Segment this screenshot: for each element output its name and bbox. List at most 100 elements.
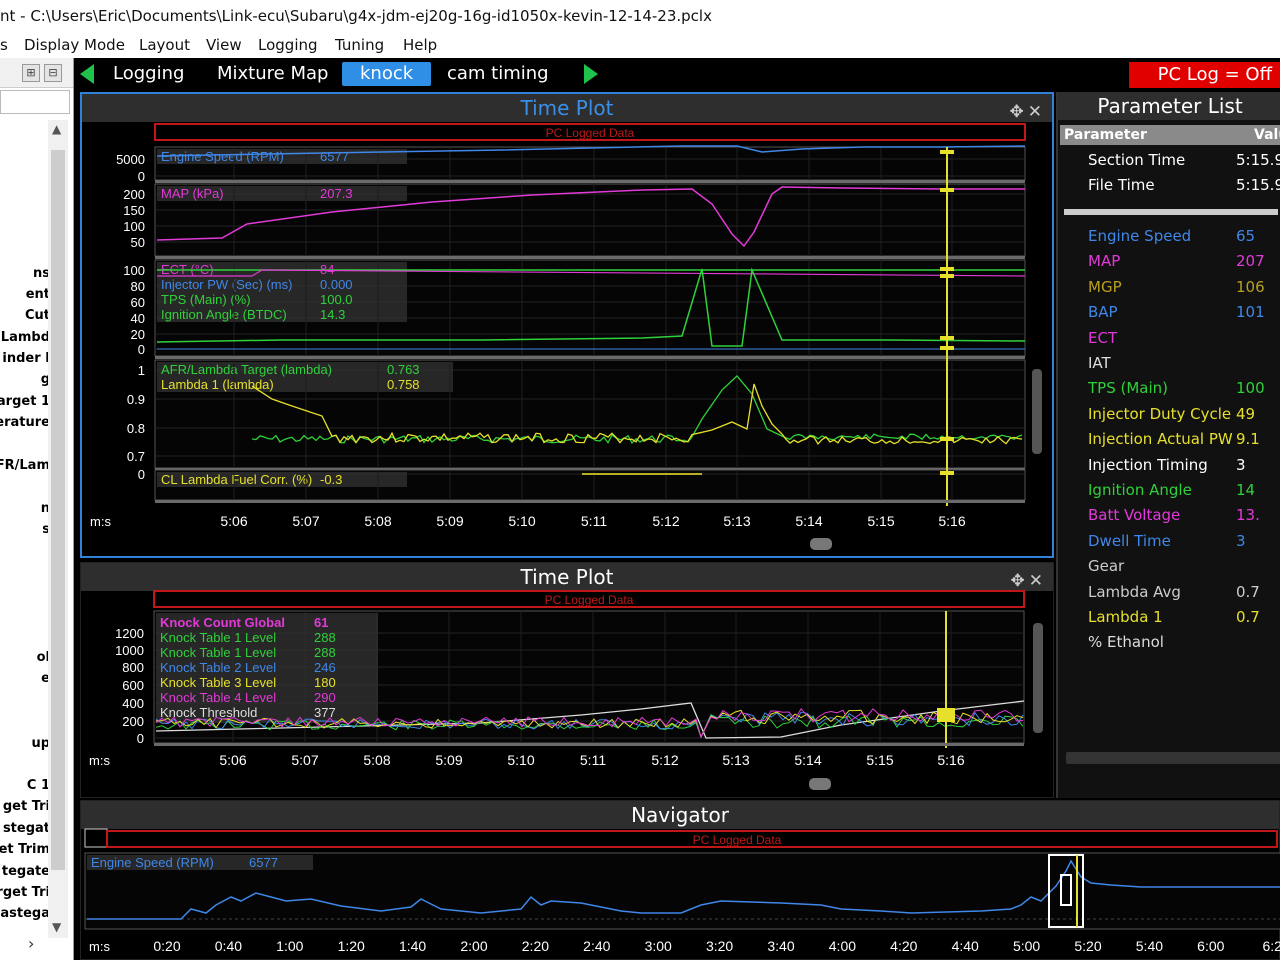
resize-handle-icon[interactable] — [810, 538, 832, 550]
tree-item[interactable]: arget 1 — [0, 394, 50, 410]
time-plot-2-canvas[interactable]: PC Logged Data 1200 1000 800 600 400 200 0 Knock… — [81, 563, 1053, 797]
time-plot-panel-2[interactable]: Time Plot ✥✕ PC Logged Data 1200 1000 800 60… — [80, 562, 1054, 798]
resize-handle-icon[interactable] — [809, 778, 831, 790]
parameter-name: Section Time — [1088, 151, 1186, 169]
parameter-row[interactable]: % Ethanol — [1058, 630, 1280, 655]
tab-prev-arrow-icon[interactable] — [80, 64, 94, 84]
tree-item[interactable]: stegat — [3, 821, 50, 837]
parameter-row[interactable]: Injection Actual PW 9.1 — [1058, 427, 1280, 452]
menu-item-logging[interactable]: Logging — [258, 32, 318, 58]
y-axis-tick-label: 80 — [131, 279, 145, 294]
layout-tab-bar: Logging Mixture Map knock cam timing PC … — [75, 58, 1280, 91]
time-plot-1-canvas[interactable]: PC Logged Data50000Engine Speed (RPM) 657… — [82, 94, 1052, 556]
channel-name: Ignition Angle (BTDC) — [161, 307, 287, 322]
menu-item-tuning[interactable]: Tuning — [335, 32, 384, 58]
track-divider[interactable] — [155, 256, 1025, 259]
tree-search-input[interactable] — [0, 90, 70, 114]
parameter-list-splitter[interactable] — [1064, 209, 1278, 215]
track-divider[interactable] — [155, 356, 1025, 359]
parameter-name: Injection Timing — [1088, 455, 1208, 474]
tree-item[interactable]: astega — [0, 906, 50, 922]
parameter-list-header: Parameter Valu — [1060, 125, 1280, 145]
y-axis-tick-label: 200 — [123, 187, 145, 202]
parameter-row[interactable]: Ignition Angle 14 — [1058, 478, 1280, 503]
parameter-row[interactable]: ECT — [1058, 326, 1280, 351]
channel-name: Engine Speed (RPM) — [91, 855, 214, 870]
parameter-row[interactable]: Lambda Avg 0.7 — [1058, 580, 1280, 605]
parameter-name: TPS (Main) — [1088, 379, 1169, 398]
y-axis-tick-label: 50 — [131, 235, 145, 250]
time-tick-label: 2:20 — [522, 938, 549, 954]
navigator-panel[interactable]: Navigator PC Logged Data Engine Speed (RP… — [80, 800, 1280, 960]
tab-logging[interactable]: Logging — [113, 62, 184, 86]
tree-item[interactable]: Lambd — [1, 330, 50, 346]
tree-item[interactable]: rget Tri — [0, 885, 50, 901]
menu-item-display-mode[interactable]: Display Mode — [24, 32, 125, 58]
time-tick-label: 5:16 — [937, 752, 964, 768]
tab-next-arrow-icon[interactable] — [584, 64, 598, 84]
tree-item[interactable]: tegate — [2, 864, 50, 880]
parameter-row[interactable]: MGP 106 — [1058, 275, 1280, 300]
channel-name: Knock Table 1 Level — [160, 645, 276, 660]
tree-item[interactable]: C 1 — [27, 778, 50, 794]
parameter-row[interactable]: Engine Speed 65 — [1058, 224, 1280, 249]
parameter-row[interactable]: Dwell Time 3 — [1058, 529, 1280, 554]
parameter-row[interactable]: MAP 207 — [1058, 249, 1280, 274]
time-tick-label: 5:10 — [508, 513, 535, 529]
tree-item[interactable]: Cut — [25, 308, 50, 324]
parameter-row[interactable]: Section Time 5:15.9 — [1058, 148, 1280, 173]
tree-item[interactable]: ent — [26, 287, 50, 303]
parameter-row[interactable]: Injection Timing 3 — [1058, 453, 1280, 478]
tree-item[interactable]: erature — [0, 415, 50, 431]
navigator-select-icon[interactable] — [84, 828, 108, 848]
plot-vscrollbar[interactable] — [1032, 369, 1042, 454]
tab-knock[interactable]: knock — [342, 62, 432, 86]
parameter-row[interactable]: BAP 101 — [1058, 300, 1280, 325]
time-plot-panel-1[interactable]: Time Plot ✥✕ PC Logged Data 5000 0 Engine S… — [80, 92, 1054, 558]
scroll-up-icon[interactable]: ▲ — [52, 122, 61, 136]
parameter-row[interactable]: TPS (Main) 100 — [1058, 376, 1280, 401]
tab-mixture-map[interactable]: Mixture Map — [217, 62, 328, 86]
plot-vscrollbar[interactable] — [1033, 623, 1043, 733]
pc-log-status[interactable]: PC Log = Off — [1129, 62, 1280, 88]
parameter-row[interactable]: Injector Duty Cycle 49 — [1058, 402, 1280, 427]
time-tick-label: 4:40 — [952, 938, 979, 954]
time-tick-label: 5:10 — [507, 752, 534, 768]
y-axis-tick-label: 0.9 — [127, 392, 145, 407]
cursor-marker — [937, 708, 955, 722]
menu-item-help[interactable]: Help — [403, 32, 437, 58]
time-tick-label: 1:20 — [338, 938, 365, 954]
parameter-row[interactable]: Lambda 1 0.7 — [1058, 605, 1280, 630]
tree-item[interactable]: FR/Lam — [0, 458, 50, 474]
scrollbar-thumb[interactable] — [51, 150, 65, 870]
tree-item[interactable]: get Tri — [3, 799, 50, 815]
track-divider[interactable] — [155, 180, 1025, 183]
menu-item-component[interactable]: s — [0, 32, 8, 58]
scroll-right-icon[interactable]: › — [28, 934, 34, 953]
parameter-row[interactable]: Batt Voltage 13. — [1058, 503, 1280, 528]
time-tick-label: 5:13 — [723, 513, 750, 529]
pin-icon[interactable]: ⊞ — [22, 64, 40, 82]
tree-scrollbar[interactable]: ▲ ▼ — [48, 120, 68, 938]
menu-bar: s Display Mode Layout View Logging Tunin… — [0, 32, 1280, 58]
column-header-parameter[interactable]: Parameter — [1064, 125, 1147, 145]
parameter-list-hscrollbar[interactable] — [1066, 752, 1280, 764]
time-tick-label: 2:40 — [583, 938, 610, 954]
tree-item[interactable]: inder I — [2, 351, 50, 367]
channel-value: 207.3 — [320, 186, 353, 201]
time-tick-label: 6:00 — [1197, 938, 1224, 954]
time-tick-label: 2:00 — [460, 938, 487, 954]
menu-item-layout[interactable]: Layout — [139, 32, 190, 58]
menu-item-view[interactable]: View — [206, 32, 242, 58]
parameter-row[interactable]: File Time 5:15.9 — [1058, 173, 1280, 198]
cursor-marker — [940, 437, 954, 441]
parameter-value: 5:15.9 — [1236, 151, 1280, 169]
navigator-canvas[interactable]: PC Logged Data Engine Speed (RPM) 6577 m:s 0… — [81, 801, 1280, 959]
dock-icon[interactable]: ⊟ — [44, 64, 62, 82]
parameter-row[interactable]: Gear — [1058, 554, 1280, 579]
column-header-value[interactable]: Valu — [1254, 125, 1280, 145]
tab-cam-timing[interactable]: cam timing — [447, 62, 549, 86]
tree-item[interactable]: et Trim — [0, 842, 50, 858]
scroll-down-icon[interactable]: ▼ — [52, 920, 61, 934]
parameter-row[interactable]: IAT — [1058, 351, 1280, 376]
